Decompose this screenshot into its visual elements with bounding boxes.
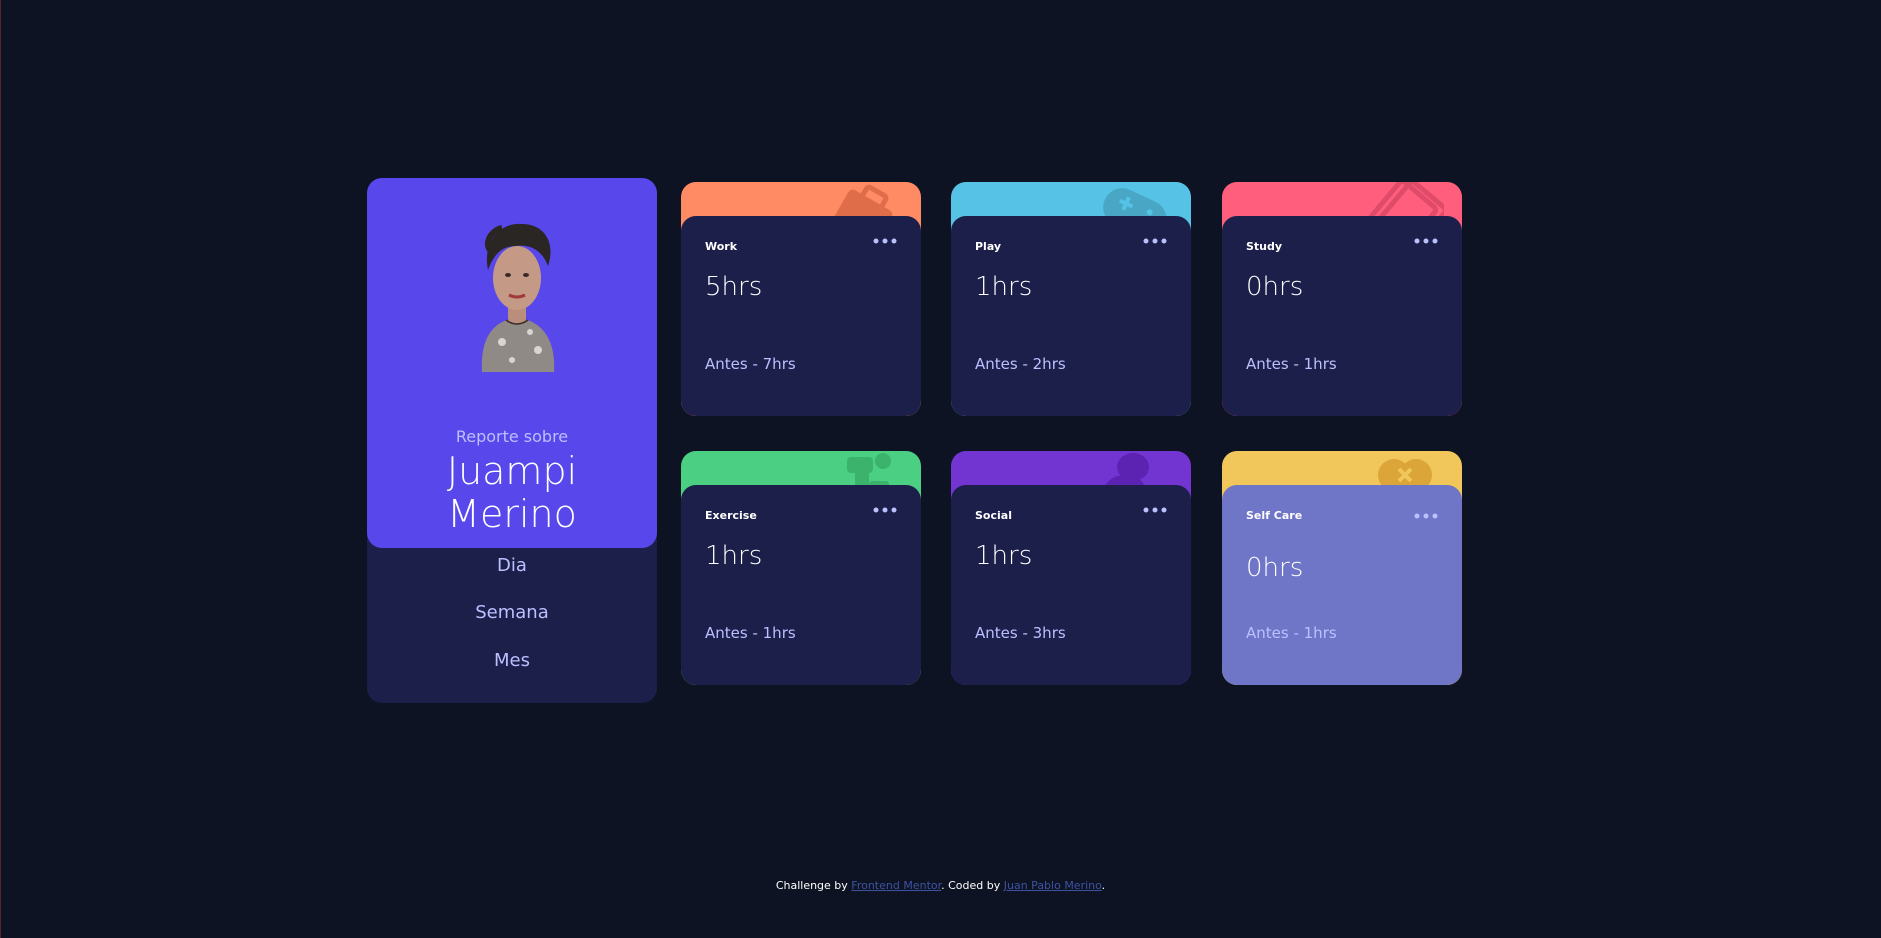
ellipsis-menu-icon[interactable]: [873, 505, 897, 515]
ellipsis-menu-icon[interactable]: [1414, 236, 1438, 246]
card-title: Self Care: [1246, 509, 1303, 522]
window-edge-line: [0, 0, 1, 938]
previous-hours: Antes - 2hrs: [975, 355, 1066, 373]
author-link[interactable]: Juan Pablo Merino: [1004, 879, 1102, 892]
card-body[interactable]: Self Care 0hrs Antes - 1hrs: [1222, 485, 1462, 685]
activity-card-study: Study 0hrs Antes - 1hrs: [1222, 182, 1462, 416]
card-body: Exercise 1hrs Antes - 1hrs: [681, 485, 921, 685]
card-body: Work 5hrs Antes - 7hrs: [681, 216, 921, 416]
period-weekly-button[interactable]: Semana: [367, 602, 657, 623]
card-title: Work: [705, 240, 738, 253]
card-body: Play 1hrs Antes - 2hrs: [951, 216, 1191, 416]
period-daily-button[interactable]: Dia: [367, 555, 657, 576]
card-title: Play: [975, 240, 1002, 253]
avatar: [481, 223, 555, 372]
current-hours: 0hrs: [1246, 553, 1304, 583]
current-hours: 1hrs: [975, 541, 1033, 571]
previous-hours: Antes - 3hrs: [975, 624, 1066, 642]
ellipsis-menu-icon[interactable]: [873, 236, 897, 246]
current-hours: 1hrs: [975, 272, 1033, 302]
activity-card-exercise: Exercise 1hrs Antes - 1hrs: [681, 451, 921, 685]
ellipsis-menu-icon[interactable]: [1143, 505, 1167, 515]
current-hours: 5hrs: [705, 272, 763, 302]
period-monthly-button[interactable]: Mes: [367, 650, 657, 671]
footer-middle: . Coded by: [941, 879, 1004, 892]
previous-hours: Antes - 1hrs: [705, 624, 796, 642]
card-body: Social 1hrs Antes - 3hrs: [951, 485, 1191, 685]
profile-header: Reporte sobre Juampi Merino: [367, 178, 657, 548]
attribution-footer: Challenge by Frontend Mentor. Coded by J…: [0, 879, 1881, 892]
user-last-name: Merino: [447, 492, 577, 536]
profile-card: Reporte sobre Juampi Merino Dia Semana M…: [367, 178, 657, 703]
previous-hours: Antes - 1hrs: [1246, 624, 1337, 642]
current-hours: 0hrs: [1246, 272, 1304, 302]
card-title: Social: [975, 509, 1012, 522]
ellipsis-menu-icon[interactable]: [1143, 236, 1167, 246]
user-name: Juampi Merino: [367, 450, 657, 536]
activity-card-self-care: Self Care 0hrs Antes - 1hrs: [1222, 451, 1462, 685]
previous-hours: Antes - 1hrs: [1246, 355, 1337, 373]
footer-suffix: .: [1101, 879, 1106, 892]
previous-hours: Antes - 7hrs: [705, 355, 796, 373]
activity-card-social: Social 1hrs Antes - 3hrs: [951, 451, 1191, 685]
card-body: Study 0hrs Antes - 1hrs: [1222, 216, 1462, 416]
card-title: Study: [1246, 240, 1283, 253]
card-title: Exercise: [705, 509, 757, 522]
footer-prefix: Challenge by: [775, 879, 852, 892]
user-first-name: Juampi: [446, 449, 578, 493]
ellipsis-menu-icon[interactable]: [1414, 511, 1438, 521]
activity-card-play: Play 1hrs Antes - 2hrs: [951, 182, 1191, 416]
frontend-mentor-link[interactable]: Frontend Mentor: [851, 879, 941, 892]
current-hours: 1hrs: [705, 541, 763, 571]
report-label: Reporte sobre: [455, 427, 569, 446]
activity-card-work: Work 5hrs Antes - 7hrs: [681, 182, 921, 416]
